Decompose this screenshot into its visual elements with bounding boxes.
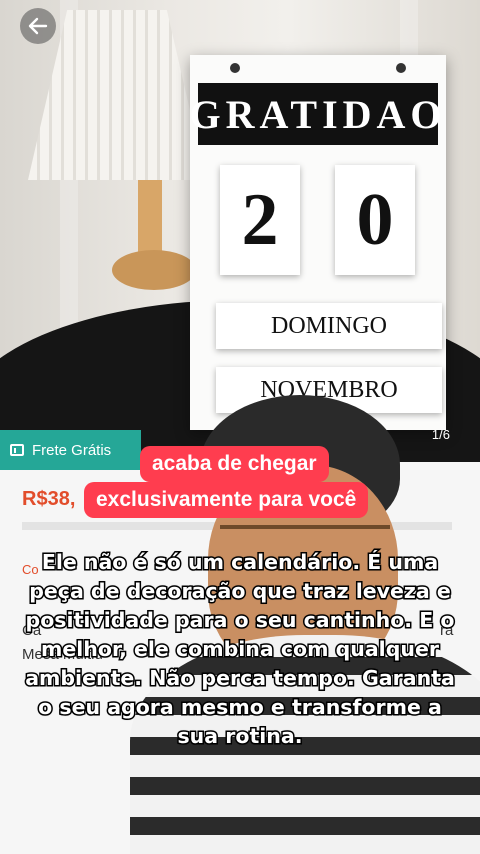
shipping-badge: Frete Grátis: [0, 430, 141, 470]
lamp-base: [112, 250, 196, 290]
overlay-tag: acaba de chegar: [140, 446, 329, 482]
calendar-day-digit: 0: [335, 165, 415, 275]
calendar-weekday: DOMINGO: [216, 303, 442, 349]
shipping-badge-label: Frete Grátis: [32, 441, 112, 459]
back-button[interactable]: [20, 8, 56, 44]
ticket-icon: [10, 444, 24, 456]
calendar-ring: [230, 63, 240, 73]
product-calendar: GRATIDAO 2 0 DOMINGO NOVEMBRO: [189, 55, 446, 430]
back-arrow-icon: [28, 17, 48, 35]
calendar-ring: [396, 63, 406, 73]
photo-counter: 1/6: [431, 427, 450, 442]
product-price: R$38,: [22, 488, 76, 510]
calendar-day-digit: 2: [220, 165, 300, 275]
overlay-tag: exclusivamente para você: [84, 482, 369, 518]
video-caption: Ele não é só um calendário. É uma peça d…: [24, 549, 457, 750]
calendar-header: GRATIDAO: [189, 83, 442, 145]
